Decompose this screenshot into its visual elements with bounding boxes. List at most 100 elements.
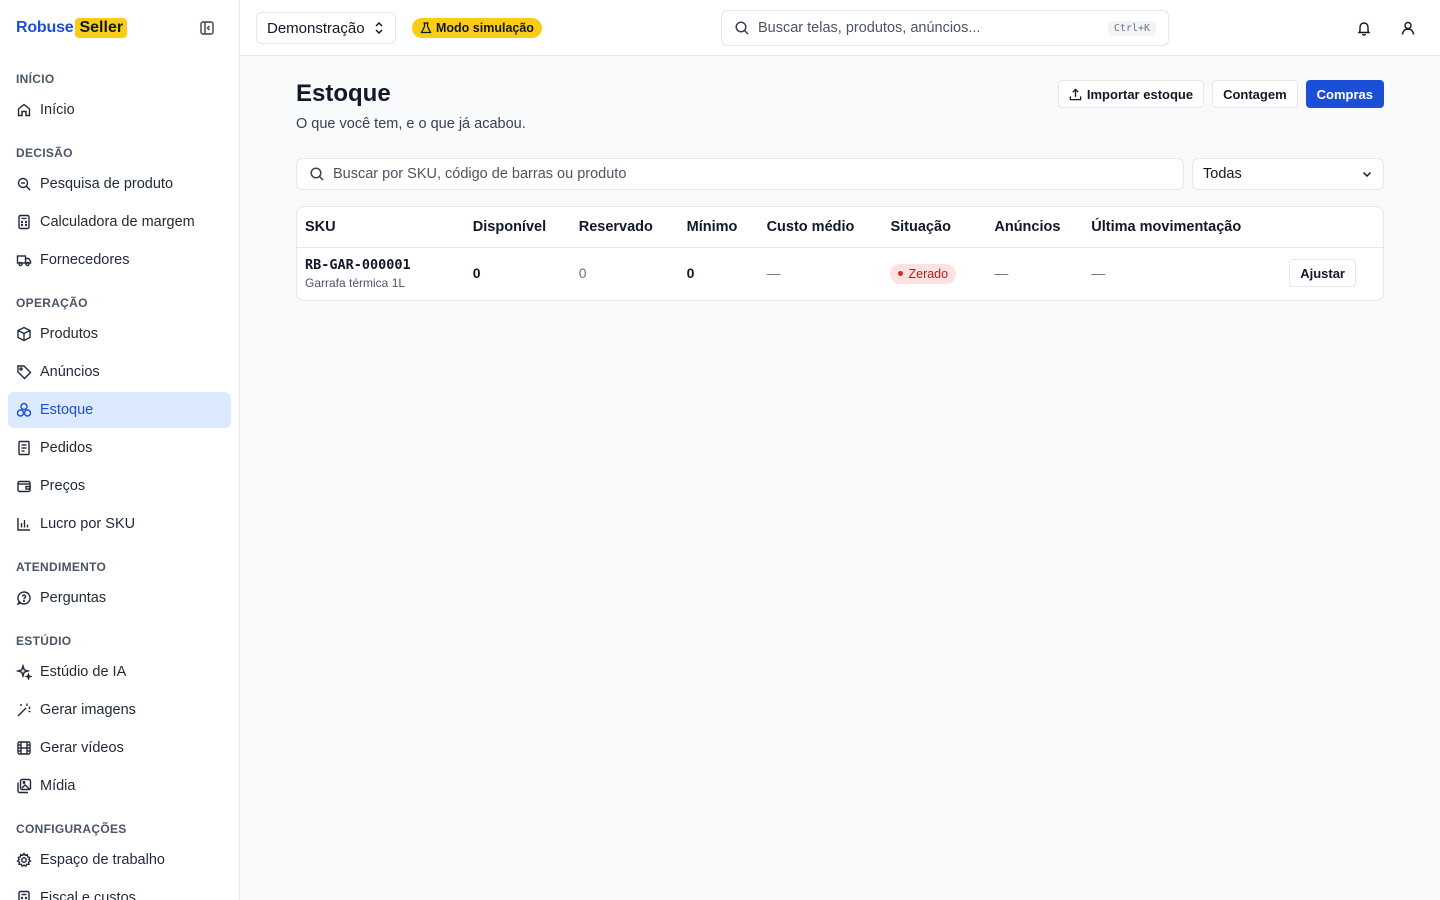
col-minimo[interactable]: Mínimo [678,207,759,248]
bell-icon[interactable] [1354,18,1374,38]
sidebar-item-pesquisa-produto[interactable]: Pesquisa de produto [8,166,231,202]
section-title-configuracoes: CONFIGURAÇÕES [16,822,127,836]
sidebar-item-label: Preços [40,478,86,494]
status-dot [898,271,904,276]
global-search-input[interactable] [758,20,1100,36]
status-filter-select[interactable]: Todas [1192,158,1384,190]
sidebar-item-label: Pesquisa de produto [40,176,174,192]
status-badge: Zerado [890,263,957,284]
sidebar-item-label: Gerar imagens [40,702,136,718]
sidebar-item-inicio[interactable]: Início [8,92,231,128]
tag-icon [17,365,32,380]
count-label: Contagem [1223,86,1287,102]
boxes-icon [16,402,32,417]
sidebar-item-label: Lucro por SKU [40,516,136,532]
search-icon [310,167,324,181]
sidebar-item-fiscal-custos[interactable]: Fiscal e custos [8,880,231,900]
col-sku[interactable]: SKU [297,207,465,248]
sidebar-item-label: Estoque [40,402,94,418]
col-anuncios[interactable]: Anúncios [986,207,1084,248]
cell-listings: — [994,265,1009,282]
simulation-badge: Modo simulação [412,18,542,38]
chevron-down-icon [1362,171,1372,178]
sidebar-item-espaco-trabalho[interactable]: Espaço de trabalho [8,842,231,878]
filters-bar: Todas [296,158,1384,190]
section-title-atendimento: ATENDIMENTO [16,560,107,574]
adjust-button[interactable]: Ajustar [1289,259,1356,288]
chevron-up-down-icon [375,21,383,35]
film-icon [17,741,31,755]
page-title: Estoque [296,80,391,107]
cell-available: 0 [472,265,481,282]
sidebar-item-label: Perguntas [40,590,107,606]
search-shortcut: Ctrl+K [1107,20,1156,36]
user-icon[interactable] [1398,18,1418,38]
page-subtitle: O que você tem, e o que já acabou. [296,116,526,132]
col-reservado[interactable]: Reservado [570,207,679,248]
product-name: Garrafa térmica 1L [305,275,406,290]
sidebar-item-label: Estúdio de IA [40,664,127,680]
sidebar-item-estoque[interactable]: Estoque [8,392,231,428]
receipt-icon [18,440,30,456]
sidebar-item-label: Mídia [40,778,76,794]
home-icon [17,103,31,117]
brand-tag: Seller [75,18,128,38]
sidebar-item-gerar-imagens[interactable]: Gerar imagens [8,692,231,728]
cell-actions: Ajustar [1281,247,1383,299]
sidebar-item-midia[interactable]: Mídia [8,768,231,804]
col-ultima-movimentacao[interactable]: Última movimentação [1083,207,1282,248]
section-title-operacao: OPERAÇÃO [16,296,88,310]
table-row[interactable]: RB-GAR-000001 Garrafa térmica 1L 0 0 0 —… [297,247,1383,299]
sidebar-collapse-icon[interactable] [198,19,216,37]
import-stock-label: Importar estoque [1086,86,1194,102]
search-icon [735,21,749,35]
workspace-select[interactable]: Demonstração [256,12,396,44]
search-zoom-icon [17,177,31,191]
sparkles-icon [16,664,32,680]
sidebar-item-precos[interactable]: Preços [8,468,231,504]
section-title-inicio: INÍCIO [16,72,55,86]
workspace-name: Demonstração [267,19,365,37]
sidebar-item-fornecedores[interactable]: Fornecedores [8,242,231,278]
section-title-estudio: ESTÚDIO [16,634,72,648]
sidebar-item-anuncios[interactable]: Anúncios [8,354,231,390]
sidebar-item-estudio-ia[interactable]: Estúdio de IA [8,654,231,690]
sidebar-item-perguntas[interactable]: Perguntas [8,580,231,616]
flask-icon [420,22,432,34]
cell-minimum: 0 [686,265,695,282]
stock-table-card: SKU Disponível Reservado Mínimo Custo mé… [296,206,1384,301]
cell-status: Zerado [882,247,986,299]
sidebar-item-produtos[interactable]: Produtos [8,316,231,352]
col-situacao[interactable]: Situação [882,207,987,248]
sidebar-item-label: Fiscal e custos [40,890,136,900]
table-header-row: SKU Disponível Reservado Mínimo Custo mé… [297,207,1383,248]
count-button[interactable]: Contagem [1212,80,1298,108]
stock-search-input[interactable] [333,166,1171,182]
status-filter-value: Todas [1203,166,1242,182]
sidebar-item-gerar-videos[interactable]: Gerar vídeos [8,730,231,766]
sidebar-nav: INÍCIO Início DECISÃO Pesquisa de produt… [0,70,239,900]
import-stock-button[interactable]: Importar estoque [1057,80,1205,108]
images-icon [17,778,32,794]
cell-last-move: — [1091,265,1106,282]
cell-reserved: 0 [578,265,587,282]
cell-avg-cost: — [766,265,781,282]
wallet-icon [17,480,31,493]
question-bubble-icon [16,591,31,606]
sidebar-item-pedidos[interactable]: Pedidos [8,430,231,466]
sidebar-item-label: Anúncios [40,364,100,380]
col-custo-medio[interactable]: Custo médio [758,207,883,248]
sku-code: RB-GAR-000001 [305,256,411,273]
sidebar-item-calculadora-margem[interactable]: Calculadora de margem [8,204,231,240]
sidebar: Robuse Seller INÍCIO Início DECISÃO Pesq… [0,0,240,900]
cell-sku: RB-GAR-000001 Garrafa térmica 1L [297,247,465,299]
sidebar-item-lucro-sku[interactable]: Lucro por SKU [8,506,231,542]
sidebar-item-label: Calculadora de margem [40,214,195,230]
brand-logo[interactable]: Robuse Seller [16,18,128,38]
purchases-button[interactable]: Compras [1305,80,1384,108]
brand-name: Robuse [16,19,74,36]
stock-table: SKU Disponível Reservado Mínimo Custo mé… [297,207,1383,299]
truck-icon [16,255,32,267]
status-badge-label: Zerado [908,266,949,281]
col-disponivel[interactable]: Disponível [464,207,571,248]
